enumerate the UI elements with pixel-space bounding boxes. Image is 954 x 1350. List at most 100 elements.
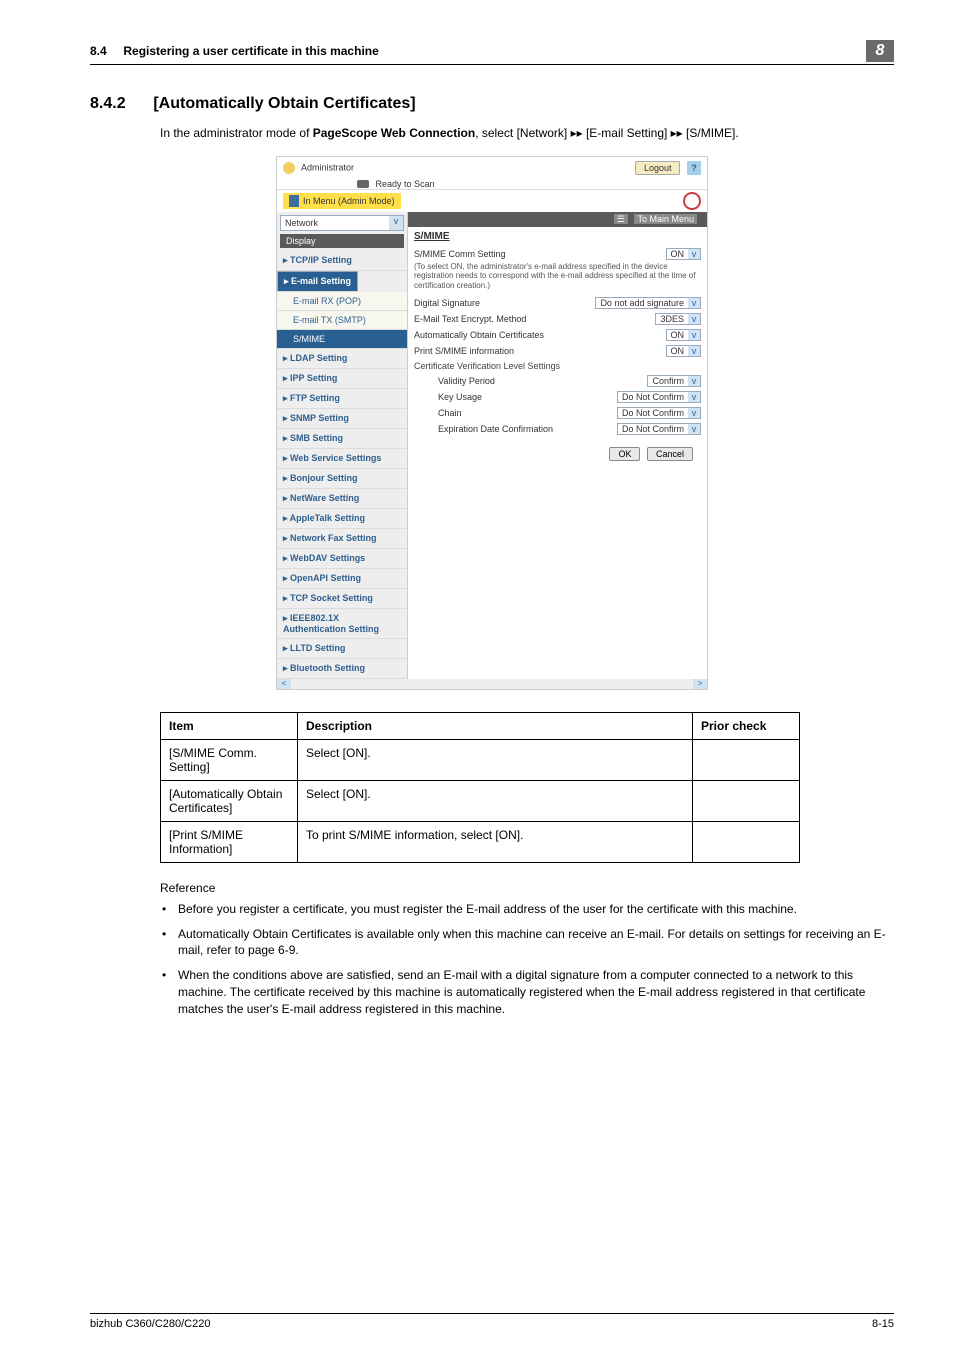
chapter-badge: 8: [866, 40, 894, 62]
select-field[interactable]: ONv: [666, 248, 702, 260]
select-value: ON: [667, 346, 689, 356]
network-dropdown[interactable]: Network v: [280, 215, 404, 231]
scroll-right-icon[interactable]: >: [693, 679, 707, 689]
to-main-label: To Main Menu: [634, 214, 697, 224]
chevron-down-icon: v: [688, 330, 700, 340]
table-row: [Print S/MIME Information]To print S/MIM…: [161, 821, 800, 862]
scrollbar[interactable]: < >: [277, 679, 707, 689]
select-value: ON: [667, 330, 689, 340]
sidebar-subitem[interactable]: S/MIME: [277, 330, 407, 349]
chevron-down-icon: v: [688, 408, 700, 418]
chevron-down-icon: v: [688, 392, 700, 402]
nav-sidebar: Network v Display ▸ TCP/IP Setting▸ E-ma…: [277, 212, 408, 679]
form-row: Key UsageDo Not Confirmv: [420, 389, 707, 405]
intro-product: PageScope Web Connection: [313, 126, 475, 140]
table-cell: [693, 739, 800, 780]
sidebar-item[interactable]: ▸ WebDAV Settings: [277, 549, 407, 569]
table-row: [S/MIME Comm. Setting]Select [ON].: [161, 739, 800, 780]
select-field[interactable]: ONv: [666, 345, 702, 357]
intro-prefix: In the administrator mode of: [160, 126, 313, 140]
sidebar-item[interactable]: ▸ IEEE802.1X Authentication Setting: [277, 609, 407, 639]
sidebar-item[interactable]: ▸ IPP Setting: [277, 369, 407, 389]
ok-button[interactable]: OK: [609, 447, 640, 461]
select-value: Do Not Confirm: [618, 408, 688, 418]
form-label: E-Mail Text Encrypt. Method: [414, 314, 655, 324]
sidebar-item[interactable]: ▸ SNMP Setting: [277, 409, 407, 429]
sidebar-item[interactable]: ▸ TCP Socket Setting: [277, 589, 407, 609]
printer-icon: [357, 180, 369, 188]
status-ready: Ready to Scan: [376, 179, 435, 189]
sidebar-item[interactable]: ▸ OpenAPI Setting: [277, 569, 407, 589]
intro-suffix: , select [Network] ▸▸ [E-mail Setting] ▸…: [475, 126, 739, 140]
sidebar-subitem[interactable]: E-mail RX (POP): [277, 292, 407, 311]
to-main-menu-button[interactable]: ☰ To Main Menu: [408, 212, 707, 227]
select-field[interactable]: Do Not Confirmv: [617, 407, 701, 419]
select-field[interactable]: Confirmv: [647, 375, 701, 387]
select-value: 3DES: [656, 314, 688, 324]
form-row: Expiration Date ConfirmationDo Not Confi…: [420, 421, 707, 437]
sidebar-item[interactable]: ▸ E-mail Setting: [277, 271, 358, 292]
form-row: Print S/MIME informationONv: [408, 343, 707, 359]
select-field[interactable]: ONv: [666, 329, 702, 341]
form-row: E-Mail Text Encrypt. Method3DESv: [408, 311, 707, 327]
sidebar-item[interactable]: ▸ NetWare Setting: [277, 489, 407, 509]
footer-left: bizhub C360/C280/C220: [90, 1318, 210, 1330]
select-field[interactable]: Do Not Confirmv: [617, 391, 701, 403]
cert-heading: Certificate Verification Level Settings: [414, 361, 701, 371]
logout-button[interactable]: Logout: [635, 161, 681, 175]
menu-mode-badge: In Menu (Admin Mode): [283, 193, 401, 209]
footer-right: 8-15: [872, 1318, 894, 1330]
sidebar-item[interactable]: ▸ AppleTalk Setting: [277, 509, 407, 529]
sidebar-item[interactable]: ▸ LLTD Setting: [277, 639, 407, 659]
chevron-down-icon: v: [688, 346, 700, 356]
form-label: S/MIME Comm Setting: [414, 249, 666, 259]
chevron-down-icon: v: [688, 314, 700, 324]
table-cell: [693, 780, 800, 821]
reference-bullet: When the conditions above are satisfied,…: [160, 967, 894, 1017]
select-field[interactable]: Do not add signaturev: [595, 297, 701, 309]
panel-heading: S/MIME: [414, 231, 701, 242]
sidebar-item[interactable]: ▸ Bluetooth Setting: [277, 659, 407, 679]
reference-label: Reference: [160, 881, 894, 895]
form-row: S/MIME Comm SettingONv: [408, 246, 707, 262]
select-value: Do not add signature: [596, 298, 688, 308]
page-header: 8.4 Registering a user certificate in th…: [90, 40, 894, 65]
form-row: Automatically Obtain CertificatesONv: [408, 327, 707, 343]
th-item: Item: [161, 712, 298, 739]
header-section: 8.4: [90, 44, 107, 58]
display-button[interactable]: Display: [280, 234, 404, 248]
form-row: Validity PeriodConfirmv: [420, 373, 707, 389]
sidebar-item[interactable]: ▸ Bonjour Setting: [277, 469, 407, 489]
select-field[interactable]: Do Not Confirmv: [617, 423, 701, 435]
reference-bullet: Automatically Obtain Certificates is ava…: [160, 926, 894, 960]
sidebar-item[interactable]: ▸ Web Service Settings: [277, 449, 407, 469]
table-cell: [Automatically Obtain Certificates]: [161, 780, 298, 821]
table-cell: [693, 821, 800, 862]
chevron-down-icon: v: [688, 249, 700, 259]
intro-text: In the administrator mode of PageScope W…: [160, 125, 894, 142]
sidebar-item[interactable]: ▸ Network Fax Setting: [277, 529, 407, 549]
cancel-button[interactable]: Cancel: [647, 447, 693, 461]
sidebar-subitem[interactable]: E-mail TX (SMTP): [277, 311, 407, 330]
table-row: [Automatically Obtain Certificates]Selec…: [161, 780, 800, 821]
select-field[interactable]: 3DESv: [655, 313, 701, 325]
select-value: Confirm: [648, 376, 688, 386]
form-row: ChainDo Not Confirmv: [420, 405, 707, 421]
embedded-screenshot: Administrator Logout ? Ready to Scan In …: [276, 156, 708, 690]
sidebar-item[interactable]: ▸ FTP Setting: [277, 389, 407, 409]
select-value: ON: [667, 249, 689, 259]
form-row: Digital SignatureDo not add signaturev: [408, 295, 707, 311]
chevron-down-icon: v: [688, 424, 700, 434]
sidebar-item[interactable]: ▸ LDAP Setting: [277, 349, 407, 369]
sidebar-item[interactable]: ▸ TCP/IP Setting: [277, 251, 407, 271]
scroll-left-icon[interactable]: <: [277, 679, 291, 689]
description-table: Item Description Prior check [S/MIME Com…: [160, 712, 800, 863]
form-label: Expiration Date Confirmation: [438, 424, 617, 434]
table-cell: [S/MIME Comm. Setting]: [161, 739, 298, 780]
menu-icon: ☰: [614, 214, 628, 224]
section-number: 8.4.2: [90, 95, 150, 113]
help-icon[interactable]: ?: [687, 161, 701, 175]
sidebar-item[interactable]: ▸ SMB Setting: [277, 429, 407, 449]
table-cell: Select [ON].: [298, 739, 693, 780]
refresh-icon[interactable]: [683, 192, 701, 210]
